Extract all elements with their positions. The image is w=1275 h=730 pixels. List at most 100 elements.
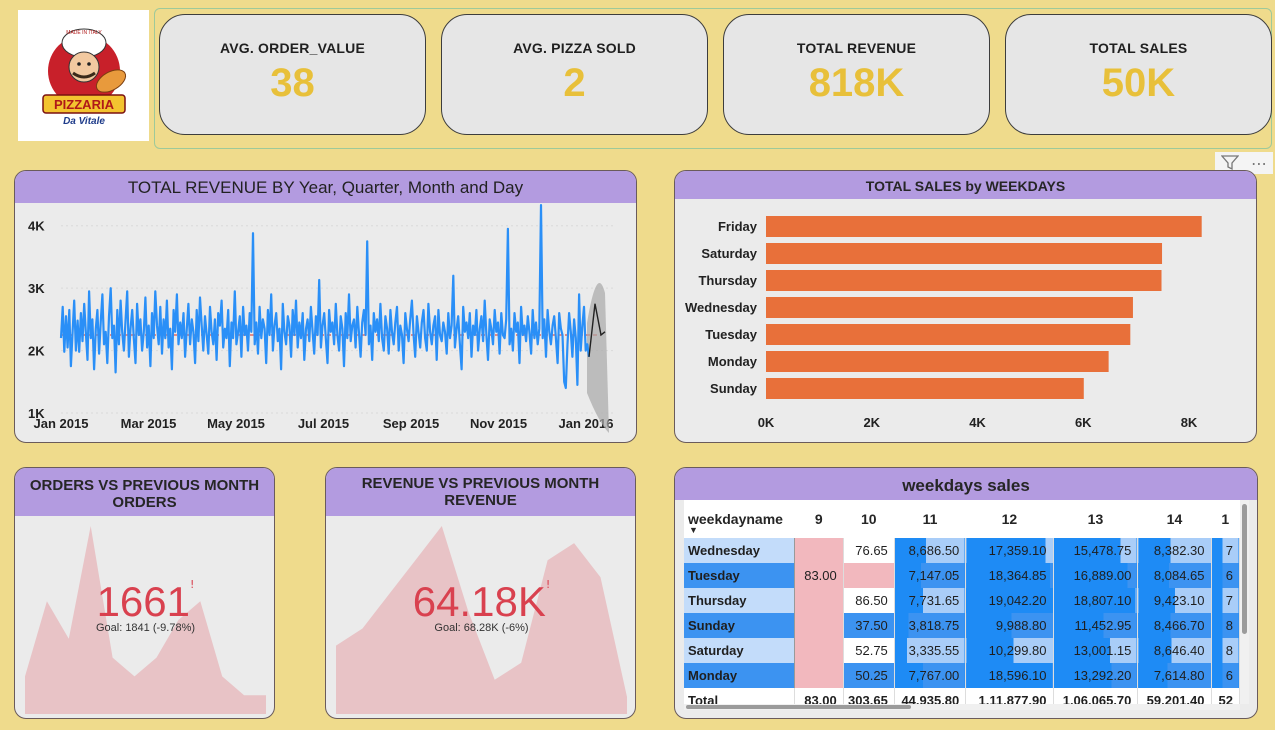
table-cell[interactable]: 8,466.70 xyxy=(1137,613,1212,638)
matrix-col-header[interactable]: 11 xyxy=(894,500,966,538)
table-cell[interactable]: 18,596.10 xyxy=(965,663,1054,688)
table-cell[interactable]: 8,382.30 xyxy=(1137,538,1212,563)
table-cell[interactable]: 8,686.50 xyxy=(894,538,967,563)
table-row[interactable]: Tuesday 83.00 7,147.05 18,364.85 16,889.00 8,… xyxy=(684,563,1240,588)
more-options-icon[interactable]: ⋯ xyxy=(1251,154,1267,173)
sort-descending-icon[interactable]: ▼ xyxy=(689,525,698,535)
matrix-vertical-scrollbar[interactable] xyxy=(1240,500,1249,704)
bar-monday[interactable] xyxy=(766,351,1109,372)
kpi-label: AVG. ORDER_VALUE xyxy=(219,40,366,56)
table-cell[interactable]: 13,292.20 xyxy=(1053,663,1139,688)
table-cell[interactable]: 7,731.65 xyxy=(894,588,967,613)
table-cell[interactable]: 6 xyxy=(1211,663,1240,688)
table-row[interactable]: Thursday 86.50 7,731.65 19,042.20 18,807.10 9… xyxy=(684,588,1240,613)
table-cell[interactable]: 9,423.10 xyxy=(1137,588,1212,613)
table-cell[interactable]: 7 xyxy=(1211,538,1240,563)
table-cell[interactable]: 8,084.65 xyxy=(1137,563,1212,588)
table-cell[interactable] xyxy=(843,563,895,588)
table-cell[interactable]: 8 xyxy=(1211,638,1240,663)
table-cell[interactable]: 17,359.10 xyxy=(965,538,1054,563)
weekday-sales-title: TOTAL SALES by WEEKDAYS xyxy=(675,171,1256,199)
x-tick-label: 0K xyxy=(758,415,775,430)
kpi-card-total-sales[interactable]: TOTAL SALES 50K xyxy=(1005,14,1272,135)
row-label: Wednesday xyxy=(684,538,795,563)
table-cell[interactable]: 9,988.80 xyxy=(965,613,1054,638)
table-cell[interactable] xyxy=(794,588,844,613)
matrix-col-header[interactable]: 9 xyxy=(794,500,844,538)
total-cell: 303.65 xyxy=(843,688,895,704)
table-cell[interactable]: 10,299.80 xyxy=(965,638,1054,663)
table-cell[interactable]: 7,147.05 xyxy=(894,563,967,588)
table-cell[interactable] xyxy=(794,538,844,563)
table-cell[interactable]: 8,646.40 xyxy=(1137,638,1212,663)
table-cell[interactable]: 50.25 xyxy=(843,663,895,688)
bar-wednesday[interactable] xyxy=(766,297,1133,318)
revenue-trend-card: TOTAL REVENUE BY Year, Quarter, Month an… xyxy=(14,170,637,443)
table-cell[interactable]: 37.50 xyxy=(843,613,895,638)
revenue-vs-previous-title: REVENUE VS PREVIOUS MONTH REVENUE xyxy=(326,468,635,516)
matrix-col-header[interactable]: 13 xyxy=(1053,500,1138,538)
bar-category-label: Friday xyxy=(718,219,758,234)
table-cell[interactable] xyxy=(794,638,844,663)
matrix-col-header[interactable]: 10 xyxy=(843,500,895,538)
table-cell[interactable]: 86.50 xyxy=(843,588,895,613)
matrix-col-header[interactable]: 14 xyxy=(1137,500,1212,538)
x-tick-label: 6K xyxy=(1075,415,1092,430)
bar-category-label: Tuesday xyxy=(705,327,758,342)
table-cell[interactable]: 3,335.55 xyxy=(894,638,967,663)
bar-category-label: Wednesday xyxy=(685,300,758,315)
vertical-scroll-thumb[interactable] xyxy=(1242,504,1247,634)
table-cell[interactable]: 7 xyxy=(1211,588,1240,613)
table-cell[interactable] xyxy=(794,613,844,638)
revenue-line-chart[interactable]: 1K2K3K4KJan 2015 Mar 2015 May 2015 Jul 2015… xyxy=(15,203,637,443)
table-cell[interactable]: 11,452.95 xyxy=(1053,613,1139,638)
weekday-sales-card: TOTAL SALES by WEEKDAYS Friday Saturday Th… xyxy=(674,170,1257,443)
weekday-bar-chart[interactable]: Friday Saturday Thursday Wednesday Tuesday Mo… xyxy=(675,199,1257,443)
matrix-col-header[interactable]: 12 xyxy=(965,500,1053,538)
x-tick-label: May 2015 xyxy=(207,416,265,431)
matrix-col-header[interactable]: 1 xyxy=(1211,500,1240,538)
table-cell[interactable]: 16,889.00 xyxy=(1053,563,1139,588)
table-cell[interactable]: 83.00 xyxy=(794,563,844,588)
matrix-row-header[interactable]: weekdayname ▼ xyxy=(684,500,795,538)
bar-thursday[interactable] xyxy=(766,270,1162,291)
matrix-horizontal-scrollbar[interactable] xyxy=(684,704,1240,710)
row-label: Sunday xyxy=(684,613,795,638)
total-cell: 83.00 xyxy=(794,688,844,704)
kpi-value: 38 xyxy=(270,61,315,105)
table-cell[interactable]: 18,807.10 xyxy=(1053,588,1139,613)
horizontal-scroll-thumb[interactable] xyxy=(686,705,911,709)
table-cell[interactable]: 19,042.20 xyxy=(965,588,1054,613)
y-tick-label: 2K xyxy=(28,344,45,359)
table-cell[interactable]: 13,001.15 xyxy=(1053,638,1139,663)
table-row[interactable]: Saturday 52.75 3,335.55 10,299.80 13,001.15 8… xyxy=(684,638,1240,663)
table-cell[interactable] xyxy=(794,663,844,688)
bar-saturday[interactable] xyxy=(766,243,1163,264)
table-cell[interactable]: 3,818.75 xyxy=(894,613,967,638)
table-row[interactable]: Sunday 37.50 3,818.75 9,988.80 11,452.95 8,46… xyxy=(684,613,1240,638)
bar-friday[interactable] xyxy=(766,216,1202,237)
table-row[interactable]: Wednesday 76.65 8,686.50 17,359.10 15,478.75… xyxy=(684,538,1240,563)
weekday-matrix[interactable]: weekdayname ▼ 9 10 11 12 13 14 1 Wednesd… xyxy=(684,500,1240,704)
kpi-card-avg-order-value[interactable]: AVG. ORDER_VALUE 38 xyxy=(159,14,426,135)
chef-logo-icon: PIZZARIA Da Vitale MADE IN ITALY xyxy=(41,28,126,127)
table-cell[interactable]: 52.75 xyxy=(843,638,895,663)
kpi-card-avg-pizza-sold[interactable]: AVG. PIZZA SOLD 2 xyxy=(441,14,708,135)
revenue-series-line[interactable] xyxy=(59,204,591,390)
bar-tuesday[interactable] xyxy=(766,324,1131,345)
table-row[interactable]: Monday 50.25 7,767.00 18,596.10 13,292.20 7,6… xyxy=(684,663,1240,688)
bar-sunday[interactable] xyxy=(766,378,1084,399)
table-cell[interactable]: 15,478.75 xyxy=(1053,538,1139,563)
x-tick-label: 2K xyxy=(863,415,880,430)
table-cell[interactable]: 76.65 xyxy=(843,538,895,563)
table-cell[interactable]: 18,364.85 xyxy=(965,563,1054,588)
kpi-card-total-revenue[interactable]: TOTAL REVENUE 818K xyxy=(723,14,990,135)
total-row: Total 83.00 303.65 44,935.80 1,11,877.90 1,06… xyxy=(684,688,1240,704)
filter-icon[interactable] xyxy=(1221,155,1239,171)
table-cell[interactable]: 8 xyxy=(1211,613,1240,638)
table-cell[interactable]: 6 xyxy=(1211,563,1240,588)
kpi-label: TOTAL REVENUE xyxy=(796,40,917,56)
table-cell[interactable]: 7,767.00 xyxy=(894,663,967,688)
table-cell[interactable]: 7,614.80 xyxy=(1137,663,1212,688)
total-label: Total xyxy=(684,688,795,704)
